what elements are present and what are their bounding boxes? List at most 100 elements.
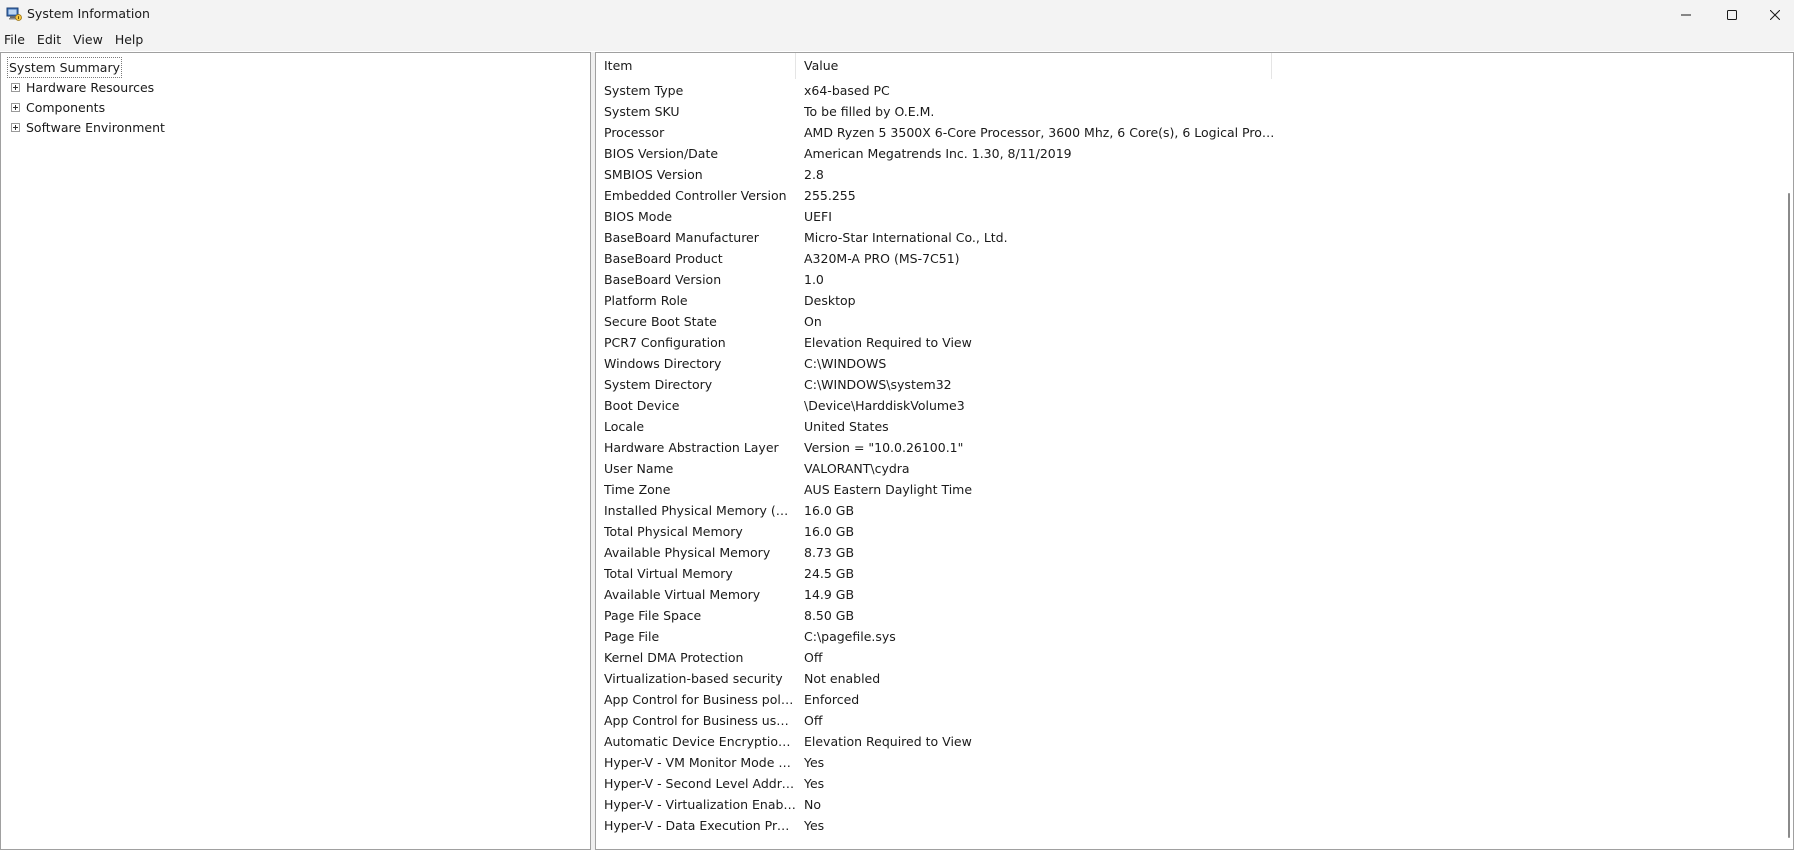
table-row[interactable]: PCR7 Configuration Elevation Required to … <box>596 332 1776 353</box>
row-item: Hyper-V - Virtualization Enable... <box>604 797 796 812</box>
row-value: Yes <box>804 818 825 833</box>
table-row[interactable]: System Directory C:\WINDOWS\system32 <box>596 374 1776 395</box>
tree-item-software-environment[interactable]: Software Environment <box>11 117 165 137</box>
table-row[interactable]: Hyper-V - VM Monitor Mode E... Yes <box>596 752 1776 773</box>
row-value: 14.9 GB <box>804 587 855 602</box>
category-tree[interactable]: System Summary Hardware Resources Compon… <box>0 52 591 850</box>
table-row[interactable]: Total Virtual Memory 24.5 GB <box>596 563 1776 584</box>
row-item: Available Virtual Memory <box>604 587 761 602</box>
row-value: AMD Ryzen 5 3500X 6-Core Processor, 3600… <box>804 125 1279 140</box>
row-item: Kernel DMA Protection <box>604 650 744 665</box>
row-item: BaseBoard Product <box>604 251 723 266</box>
row-item: BaseBoard Manufacturer <box>604 230 759 245</box>
table-row[interactable]: Total Physical Memory 16.0 GB <box>596 521 1776 542</box>
minimize-button[interactable] <box>1663 0 1709 29</box>
row-item: Secure Boot State <box>604 314 717 329</box>
scrollbar-thumb[interactable] <box>1788 193 1790 838</box>
close-button[interactable] <box>1755 0 1794 29</box>
table-row[interactable]: System SKU To be filled by O.E.M. <box>596 101 1776 122</box>
row-item: Total Virtual Memory <box>604 566 733 581</box>
row-item: Available Physical Memory <box>604 545 771 560</box>
maximize-button[interactable] <box>1709 0 1755 29</box>
tree-item-label: Components <box>26 99 106 115</box>
window-title: System Information <box>27 6 150 21</box>
table-row[interactable]: Available Virtual Memory 14.9 GB <box>596 584 1776 605</box>
row-item: Hyper-V - Second Level Addres... <box>604 776 796 791</box>
menu-help[interactable]: Help <box>109 29 150 51</box>
row-item: Hyper-V - VM Monitor Mode E... <box>604 755 796 770</box>
table-row[interactable]: Installed Physical Memory (RAM) 16.0 GB <box>596 500 1776 521</box>
table-row[interactable]: System Type x64-based PC <box>596 80 1776 101</box>
table-row[interactable]: Secure Boot State On <box>596 311 1776 332</box>
table-row[interactable]: BaseBoard Manufacturer Micro-Star Interna… <box>596 227 1776 248</box>
table-row[interactable]: Hyper-V - Virtualization Enable... No <box>596 794 1776 815</box>
table-row[interactable]: Locale United States <box>596 416 1776 437</box>
row-value: 2.8 <box>804 167 824 182</box>
menu-file[interactable]: File <box>0 29 31 51</box>
table-row[interactable]: BaseBoard Version 1.0 <box>596 269 1776 290</box>
table-row[interactable]: Virtualization-based security Not enabled <box>596 668 1776 689</box>
table-row[interactable]: SMBIOS Version 2.8 <box>596 164 1776 185</box>
row-value: 1.0 <box>804 272 824 287</box>
row-item: BIOS Version/Date <box>604 146 719 161</box>
table-row[interactable]: App Control for Business policy Enforced <box>596 689 1776 710</box>
row-value: x64-based PC <box>804 83 890 98</box>
table-row[interactable]: BIOS Mode UEFI <box>596 206 1776 227</box>
menu-edit[interactable]: Edit <box>31 29 67 51</box>
row-value: C:\WINDOWS <box>804 356 887 371</box>
table-row[interactable]: Automatic Device Encryption Su... Elevati… <box>596 731 1776 752</box>
table-row[interactable]: Embedded Controller Version 255.255 <box>596 185 1776 206</box>
table-row[interactable]: Processor AMD Ryzen 5 3500X 6-Core Proces… <box>596 122 1776 143</box>
expand-plus-icon[interactable] <box>11 102 20 112</box>
table-row[interactable]: Windows Directory C:\WINDOWS <box>596 353 1776 374</box>
row-item: Platform Role <box>604 293 688 308</box>
row-item: Page File Space <box>604 608 702 623</box>
tree-item-components[interactable]: Components <box>11 97 105 117</box>
system-information-icon <box>6 7 22 21</box>
table-row[interactable]: Page File C:\pagefile.sys <box>596 626 1776 647</box>
table-row[interactable]: Available Physical Memory 8.73 GB <box>596 542 1776 563</box>
row-value: Yes <box>804 776 825 791</box>
vertical-scrollbar[interactable] <box>1781 53 1793 849</box>
row-value: Off <box>804 713 823 728</box>
table-row[interactable]: App Control for Business user ... Off <box>596 710 1776 731</box>
maximize-icon <box>1727 9 1737 20</box>
table-row[interactable]: Hyper-V - Data Execution Prote... Yes <box>596 815 1776 836</box>
tree-item-hardware-resources[interactable]: Hardware Resources <box>11 77 154 97</box>
column-header-value[interactable]: Value <box>796 53 1272 79</box>
row-item: System Directory <box>604 377 713 392</box>
row-value: Off <box>804 650 823 665</box>
row-item: Total Physical Memory <box>604 524 743 539</box>
row-item: Time Zone <box>604 482 671 497</box>
table-row[interactable]: Kernel DMA Protection Off <box>596 647 1776 668</box>
table-row[interactable]: Time Zone AUS Eastern Daylight Time <box>596 479 1776 500</box>
row-value: 255.255 <box>804 188 856 203</box>
row-value: C:\pagefile.sys <box>804 629 896 644</box>
row-value: Enforced <box>804 692 860 707</box>
table-row[interactable]: Boot Device \Device\HarddiskVolume3 <box>596 395 1776 416</box>
tree-item-label: Hardware Resources <box>26 79 155 95</box>
row-item: Automatic Device Encryption Su... <box>604 734 796 749</box>
table-row[interactable]: Hardware Abstraction Layer Version = "10.… <box>596 437 1776 458</box>
table-row[interactable]: Hyper-V - Second Level Addres... Yes <box>596 773 1776 794</box>
table-row[interactable]: User Name VALORANT\cydra <box>596 458 1776 479</box>
summary-list[interactable]: Item Value System Type x64-based PC System… <box>595 52 1794 850</box>
row-value: Elevation Required to View <box>804 335 972 350</box>
table-row[interactable]: Platform Role Desktop <box>596 290 1776 311</box>
expand-plus-icon[interactable] <box>11 122 20 132</box>
row-value: 24.5 GB <box>804 566 855 581</box>
table-row[interactable]: Page File Space 8.50 GB <box>596 605 1776 626</box>
row-item: SMBIOS Version <box>604 167 703 182</box>
tree-item-system-summary[interactable]: System Summary <box>7 57 122 78</box>
row-value: Not enabled <box>804 671 881 686</box>
column-header-item[interactable]: Item <box>596 53 796 79</box>
menu-bar: File Edit View Help <box>0 29 1794 51</box>
minimize-icon <box>1681 14 1691 15</box>
menu-view[interactable]: View <box>67 29 109 51</box>
row-item: App Control for Business user ... <box>604 713 796 728</box>
row-item: Virtualization-based security <box>604 671 783 686</box>
expand-plus-icon[interactable] <box>11 82 20 92</box>
table-row[interactable]: BIOS Version/Date American Megatrends Inc… <box>596 143 1776 164</box>
table-row[interactable]: BaseBoard Product A320M-A PRO (MS-7C51) <box>596 248 1776 269</box>
row-value: 16.0 GB <box>804 503 855 518</box>
